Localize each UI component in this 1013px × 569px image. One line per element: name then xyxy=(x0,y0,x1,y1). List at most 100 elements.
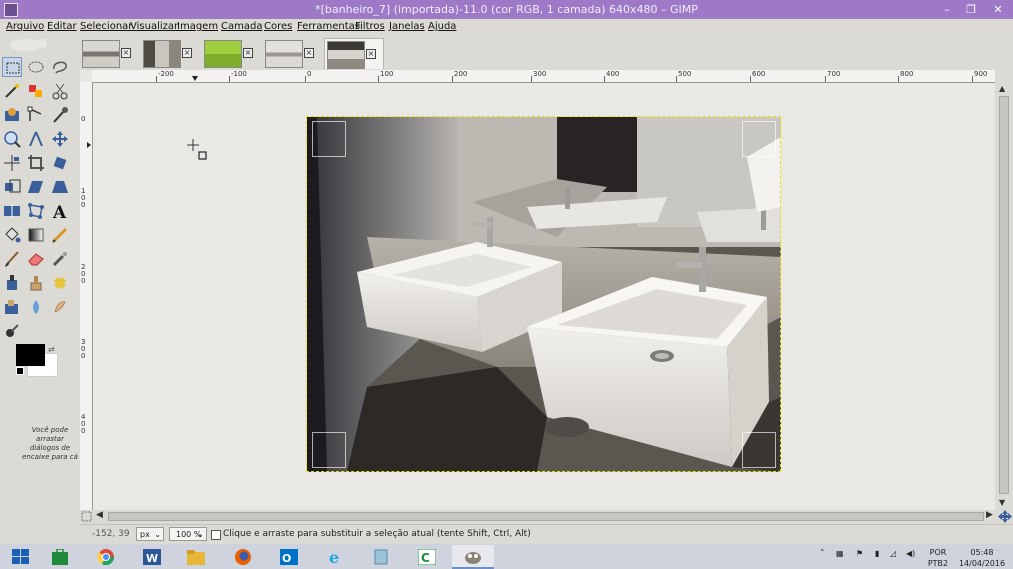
menu-ajuda[interactable]: Ajuda xyxy=(428,21,456,32)
resize-handle-bottom-right[interactable] xyxy=(742,432,776,468)
menu-arquivo[interactable]: Arquivo xyxy=(6,21,44,32)
unit-selector[interactable]: px ⌄ xyxy=(136,527,164,541)
airbrush-tool-icon[interactable] xyxy=(50,249,70,269)
taskbar-explorer[interactable] xyxy=(175,545,217,569)
restore-button[interactable]: ❐ xyxy=(959,0,983,19)
image-canvas[interactable] xyxy=(93,83,995,510)
tray-expand-icon[interactable]: ˄ xyxy=(820,549,825,559)
scroll-left-icon[interactable]: ◀ xyxy=(96,510,103,520)
default-colors-icon[interactable] xyxy=(16,367,24,375)
taskbar-outlook[interactable]: O xyxy=(268,545,310,569)
vertical-ruler[interactable]: 0 100 200 300 400 xyxy=(80,82,93,510)
horizontal-scrollbar[interactable]: ◀ ▶ xyxy=(93,510,996,523)
pencil-tool-icon[interactable] xyxy=(50,225,70,245)
scroll-up-icon[interactable]: ▲ xyxy=(999,84,1005,93)
menu-ferramentas[interactable]: Ferramentas xyxy=(297,21,360,32)
taskbar-chrome[interactable] xyxy=(85,545,127,569)
image-tab-2[interactable]: × xyxy=(141,38,199,68)
rotate-tool-icon[interactable] xyxy=(50,153,70,173)
smudge-tool-icon[interactable] xyxy=(50,297,70,317)
cage-transform-tool-icon[interactable] xyxy=(26,201,46,221)
taskbar-camtasia[interactable]: C xyxy=(406,545,448,569)
menu-filtros[interactable]: Filtros xyxy=(355,21,385,32)
taskbar-ie[interactable]: e xyxy=(315,545,357,569)
horizontal-ruler[interactable]: -200 -100 0 100 200 300 400 500 600 700 … xyxy=(92,70,995,83)
resize-handle-top-right[interactable] xyxy=(742,121,776,157)
menu-cores[interactable]: Cores xyxy=(264,21,292,32)
heal-tool-icon[interactable] xyxy=(50,273,70,293)
scroll-down-icon[interactable]: ▼ xyxy=(999,498,1005,507)
vertical-scrollbar[interactable]: ▲ ▼ xyxy=(996,82,1013,510)
shear-tool-icon[interactable] xyxy=(26,177,46,197)
image-tab-4[interactable]: × xyxy=(263,38,321,68)
ink-tool-icon[interactable] xyxy=(2,273,22,293)
close-tab-icon[interactable]: × xyxy=(366,49,376,59)
eraser-tool-icon[interactable] xyxy=(26,249,46,269)
menu-imagem[interactable]: Imagem xyxy=(177,21,218,32)
lasso-tool-icon[interactable] xyxy=(50,57,70,77)
fuzzy-select-tool-icon[interactable] xyxy=(2,81,22,101)
menu-editar[interactable]: Editar xyxy=(47,21,77,32)
foreground-select-tool-icon[interactable] xyxy=(2,105,22,125)
volume-icon[interactable]: ◀) xyxy=(906,549,915,558)
resize-handle-bottom-left[interactable] xyxy=(312,432,346,468)
swap-colors-icon[interactable]: ⇄ xyxy=(48,345,55,354)
close-tab-icon[interactable]: × xyxy=(243,48,253,58)
rect-select-tool-icon[interactable] xyxy=(2,57,22,77)
flip-tool-icon[interactable] xyxy=(2,201,22,221)
input-language[interactable]: POR PTB2 xyxy=(927,547,949,569)
close-button[interactable]: ✕ xyxy=(983,0,1013,19)
close-tab-icon[interactable]: × xyxy=(304,48,314,58)
close-tab-icon[interactable]: × xyxy=(182,48,192,58)
crop-tool-icon[interactable] xyxy=(26,153,46,173)
measure-tool-icon[interactable] xyxy=(26,129,46,149)
menu-camada[interactable]: Camada xyxy=(221,21,262,32)
horizontal-scroll-thumb[interactable] xyxy=(108,512,984,521)
status-checkbox[interactable] xyxy=(211,530,221,540)
dodge-burn-tool-icon[interactable] xyxy=(2,321,22,341)
zoom-tool-icon[interactable] xyxy=(2,129,22,149)
start-button[interactable] xyxy=(0,545,42,569)
navigate-icon[interactable] xyxy=(997,510,1013,523)
vertical-scroll-thumb[interactable] xyxy=(999,96,1009,494)
clone-tool-icon[interactable] xyxy=(26,273,46,293)
wifi-icon[interactable]: ◿ xyxy=(890,549,896,558)
taskbar-gimp[interactable] xyxy=(452,545,494,569)
clock[interactable]: 05:48 14/04/2016 xyxy=(956,547,1008,569)
menu-visualizar[interactable]: Visualizar xyxy=(130,21,178,32)
image-tab-5[interactable]: × xyxy=(324,38,384,69)
scale-tool-icon[interactable] xyxy=(2,177,22,197)
align-tool-icon[interactable] xyxy=(2,153,22,173)
paintbrush-tool-icon[interactable] xyxy=(2,249,22,269)
scroll-right-icon[interactable]: ▶ xyxy=(986,510,993,520)
blend-tool-icon[interactable] xyxy=(26,225,46,245)
text-tool-icon[interactable]: A xyxy=(50,201,70,223)
zoom-selector[interactable]: 100 % ⌄ xyxy=(169,527,207,541)
flag-icon[interactable]: ⚑ xyxy=(856,549,863,558)
ellipse-select-tool-icon[interactable] xyxy=(26,57,46,77)
image-tab-1[interactable]: × xyxy=(80,38,138,68)
network-icon[interactable]: ▦ xyxy=(836,549,844,558)
taskbar-word[interactable]: W xyxy=(131,545,173,569)
battery-icon[interactable]: ▮ xyxy=(875,549,879,558)
color-picker-tool-icon[interactable] xyxy=(50,105,70,125)
menu-selecionar[interactable]: Selecionar xyxy=(80,21,132,32)
menu-janelas[interactable]: Janelas xyxy=(389,21,425,32)
close-tab-icon[interactable]: × xyxy=(121,48,131,58)
select-by-color-tool-icon[interactable] xyxy=(26,81,46,101)
foreground-color-swatch[interactable] xyxy=(16,344,45,366)
minimize-button[interactable]: – xyxy=(935,0,959,19)
perspective-clone-tool-icon[interactable] xyxy=(2,297,22,317)
resize-handle-top-left[interactable] xyxy=(312,121,346,157)
bucket-fill-tool-icon[interactable] xyxy=(2,225,22,245)
taskbar-app[interactable] xyxy=(360,545,402,569)
move-tool-icon[interactable] xyxy=(50,129,70,149)
wilber-drop-area[interactable] xyxy=(4,36,76,52)
taskbar-firefox[interactable] xyxy=(222,545,264,569)
scissors-tool-icon[interactable] xyxy=(50,81,70,101)
bathroom-photo[interactable] xyxy=(307,117,781,472)
blur-tool-icon[interactable] xyxy=(26,297,46,317)
taskbar-store[interactable] xyxy=(39,545,81,569)
image-tab-3[interactable]: × xyxy=(202,38,260,68)
perspective-tool-icon[interactable] xyxy=(50,177,70,197)
